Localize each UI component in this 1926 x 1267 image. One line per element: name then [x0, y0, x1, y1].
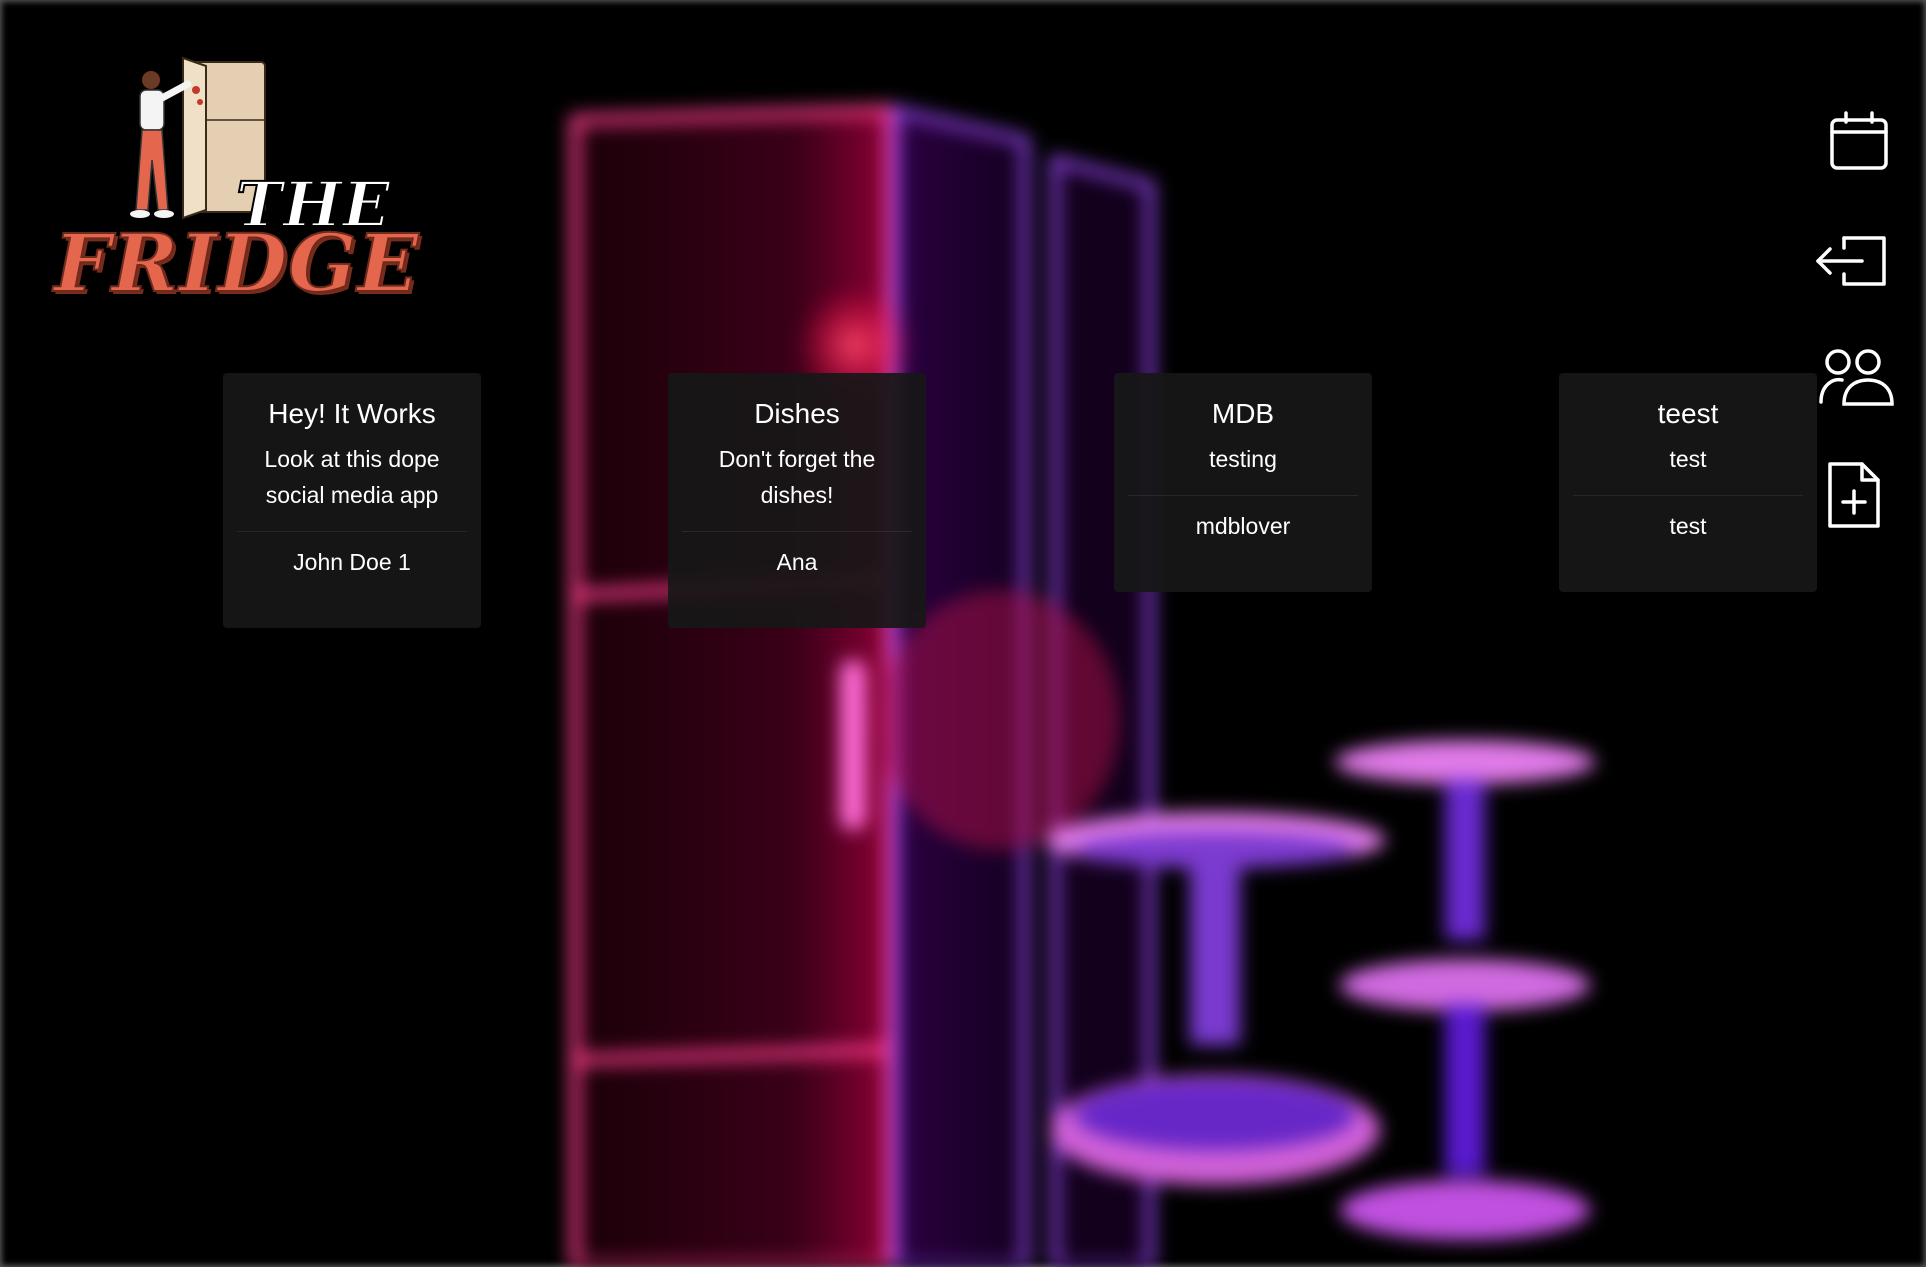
post-card[interactable]: teest test test	[1559, 373, 1817, 592]
posts-grid: Hey! It Works Look at this dope social m…	[0, 373, 1926, 633]
logo-text-fridge: FRIDGE	[53, 215, 420, 311]
post-title: Hey! It Works	[268, 398, 436, 429]
friends-button[interactable]	[1818, 348, 1894, 410]
post-body: test	[1573, 441, 1803, 496]
post-title: teest	[1657, 398, 1719, 429]
side-nav	[1786, 0, 1926, 600]
calendar-button[interactable]	[1826, 108, 1892, 174]
post-author: mdblover	[1195, 513, 1291, 539]
post-title: Dishes	[754, 398, 840, 429]
post-card[interactable]: Dishes Don't forget the dishes! Ana	[668, 373, 926, 628]
post-author: John Doe 1	[293, 549, 411, 575]
post-body: Don't forget the dishes!	[682, 441, 912, 532]
logout-button[interactable]	[1814, 228, 1894, 294]
post-author: test	[1669, 513, 1707, 539]
logout-icon	[1816, 236, 1886, 286]
post-card[interactable]: MDB testing mdblover	[1114, 373, 1372, 592]
post-body: Look at this dope social media app	[237, 441, 467, 532]
post-card[interactable]: Hey! It Works Look at this dope social m…	[223, 373, 481, 628]
users-icon	[1819, 349, 1894, 406]
app-logo[interactable]: THE FRIDGE	[48, 50, 428, 311]
new-post-icon	[1828, 462, 1880, 528]
calendar-icon	[1830, 111, 1888, 170]
post-author: Ana	[776, 549, 818, 575]
post-title: MDB	[1211, 398, 1275, 429]
app-screen: THE FRIDGE Hey! It Works Look at this do…	[0, 0, 1926, 1267]
post-body: testing	[1128, 441, 1358, 496]
new-post-button[interactable]	[1824, 458, 1884, 532]
